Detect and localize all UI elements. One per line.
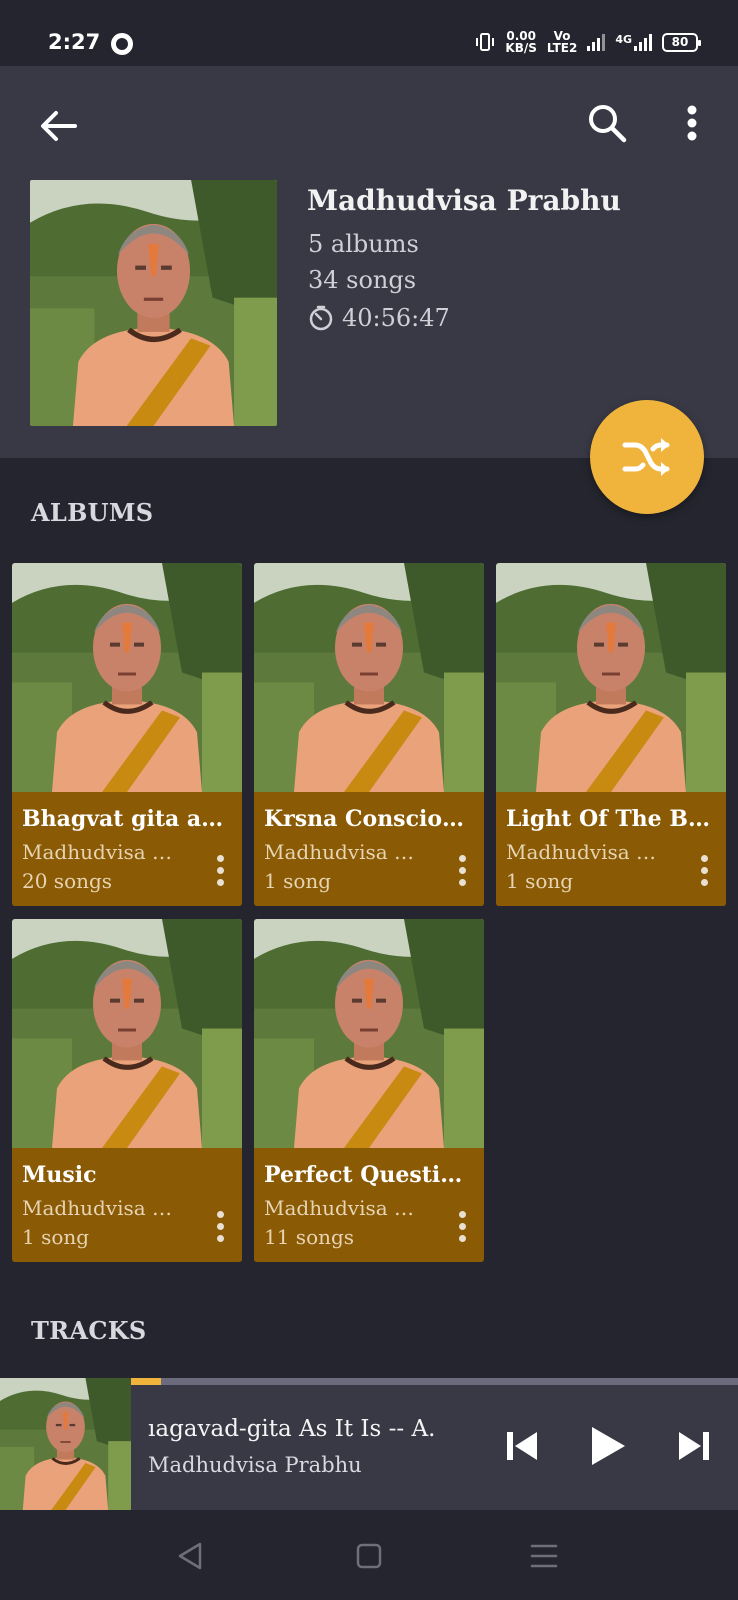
album-info: Perfect Questions Madhudvisa Prabhu 11 s… (254, 1148, 484, 1262)
album-info: Music Madhudvisa Prabhu 1 song (12, 1148, 242, 1262)
next-button[interactable] (670, 1422, 718, 1470)
playback-progress[interactable] (131, 1378, 738, 1385)
artist-header: Madhudvisa Prabhu 5 albums 34 songs 40:5… (0, 66, 738, 458)
album-title: Light Of The Bhagavata (506, 806, 716, 832)
album-song-count: 1 song (22, 1225, 90, 1249)
signal-icon (587, 33, 606, 51)
album-artist: Madhudvisa Prabhu (22, 840, 182, 864)
album-info: Krsna Consciousness Madhudvisa Prabhu 1 … (254, 792, 484, 906)
album-art (12, 919, 242, 1148)
album-card[interactable]: Perfect Questions Madhudvisa Prabhu 11 s… (254, 919, 484, 1262)
mini-player[interactable]: ıagavad-gita As It Is -- A. Madhudvisa P… (0, 1378, 738, 1510)
nav-menu-icon (530, 1544, 558, 1568)
sync-icon (111, 33, 133, 55)
songs-count: 34 songs (308, 266, 417, 294)
album-title: Music (22, 1162, 97, 1188)
album-art (254, 563, 484, 792)
now-playing-title: ıagavad-gita As It Is -- A. (148, 1416, 436, 1442)
duration-text: 40:56:47 (342, 304, 450, 332)
album-more-button[interactable] (208, 850, 232, 890)
status-time: 2:27 (48, 30, 101, 54)
nav-back-icon (178, 1542, 202, 1570)
nav-back-button[interactable] (168, 1534, 212, 1578)
timer-icon (309, 305, 333, 331)
album-artist: Madhudvisa Prabhu (22, 1196, 182, 1220)
nav-home-icon (356, 1543, 382, 1569)
albums-section-title: ALBUMS (31, 498, 154, 527)
network-type: 4G (615, 33, 632, 46)
nav-recents-button[interactable] (522, 1534, 566, 1578)
skip-previous-icon (507, 1432, 537, 1460)
album-song-count: 1 song (264, 869, 332, 893)
playback-progress-fill (131, 1378, 162, 1385)
arrow-left-icon (41, 111, 77, 141)
volte-badge: Vo LTE2 (547, 30, 577, 54)
back-button[interactable] (36, 104, 80, 148)
album-artist: Madhudvisa Prabhu (264, 1196, 424, 1220)
nav-home-button[interactable] (347, 1534, 391, 1578)
now-playing-artist: Madhudvisa Prabhu (148, 1453, 362, 1477)
net-speed-unit: KB/S (505, 41, 537, 55)
album-more-button[interactable] (208, 1206, 232, 1246)
more-options-button[interactable] (672, 98, 712, 148)
signal-4g-icon (634, 33, 652, 51)
battery-level: 80 (671, 34, 689, 49)
play-icon (592, 1427, 625, 1465)
shuffle-button[interactable] (590, 400, 704, 514)
volte-bottom: LTE2 (546, 41, 578, 55)
album-more-button[interactable] (692, 850, 716, 890)
search-icon (589, 105, 627, 143)
tracks-section-title: TRACKS (31, 1316, 147, 1345)
album-song-count: 1 song (506, 869, 574, 893)
album-card[interactable]: Light Of The Bhagavata Madhudvisa Prabhu… (496, 563, 726, 906)
album-card[interactable]: Music Madhudvisa Prabhu 1 song (12, 919, 242, 1262)
album-more-button[interactable] (450, 1206, 474, 1246)
album-song-count: 20 songs (22, 869, 113, 893)
album-card[interactable]: Krsna Consciousness Madhudvisa Prabhu 1 … (254, 563, 484, 906)
more-vert-icon (687, 105, 697, 141)
vibrate-icon (476, 33, 495, 51)
system-nav-bar (0, 1510, 738, 1600)
album-art (496, 563, 726, 792)
album-more-button[interactable] (450, 850, 474, 890)
shuffle-icon (622, 438, 670, 476)
artist-image (30, 180, 277, 426)
signal-4g: 4G (615, 33, 652, 51)
total-duration: 40:56:47 (308, 304, 450, 332)
album-song-count: 11 songs (264, 1225, 355, 1249)
now-playing-art (0, 1378, 131, 1510)
status-indicators: 0.00 KB/S Vo LTE2 4G 80 (475, 30, 701, 54)
album-title: Krsna Consciousness (264, 806, 474, 832)
album-info: Bhagvat gita as it is Madhudvisa Prabhu … (12, 792, 242, 906)
search-button[interactable] (582, 98, 632, 148)
battery-icon: 80 (662, 32, 701, 52)
album-art (12, 563, 242, 792)
album-artist: Madhudvisa Prabhu (506, 840, 666, 864)
album-artist: Madhudvisa Prabhu (264, 840, 424, 864)
album-card[interactable]: Bhagvat gita as it is Madhudvisa Prabhu … (12, 563, 242, 906)
albums-count: 5 albums (308, 230, 419, 258)
album-title: Perfect Questions (264, 1162, 474, 1188)
previous-button[interactable] (498, 1422, 546, 1470)
album-info: Light Of The Bhagavata Madhudvisa Prabhu… (496, 792, 726, 906)
artist-name: Madhudvisa Prabhu (307, 184, 621, 217)
status-bar: 2:27 0.00 KB/S Vo LTE2 4G 80 (0, 0, 738, 66)
album-title: Bhagvat gita as it is (22, 806, 232, 832)
play-button[interactable] (584, 1422, 632, 1470)
album-art (254, 919, 484, 1148)
skip-next-icon (679, 1432, 709, 1460)
net-speed: 0.00 KB/S (505, 30, 536, 54)
